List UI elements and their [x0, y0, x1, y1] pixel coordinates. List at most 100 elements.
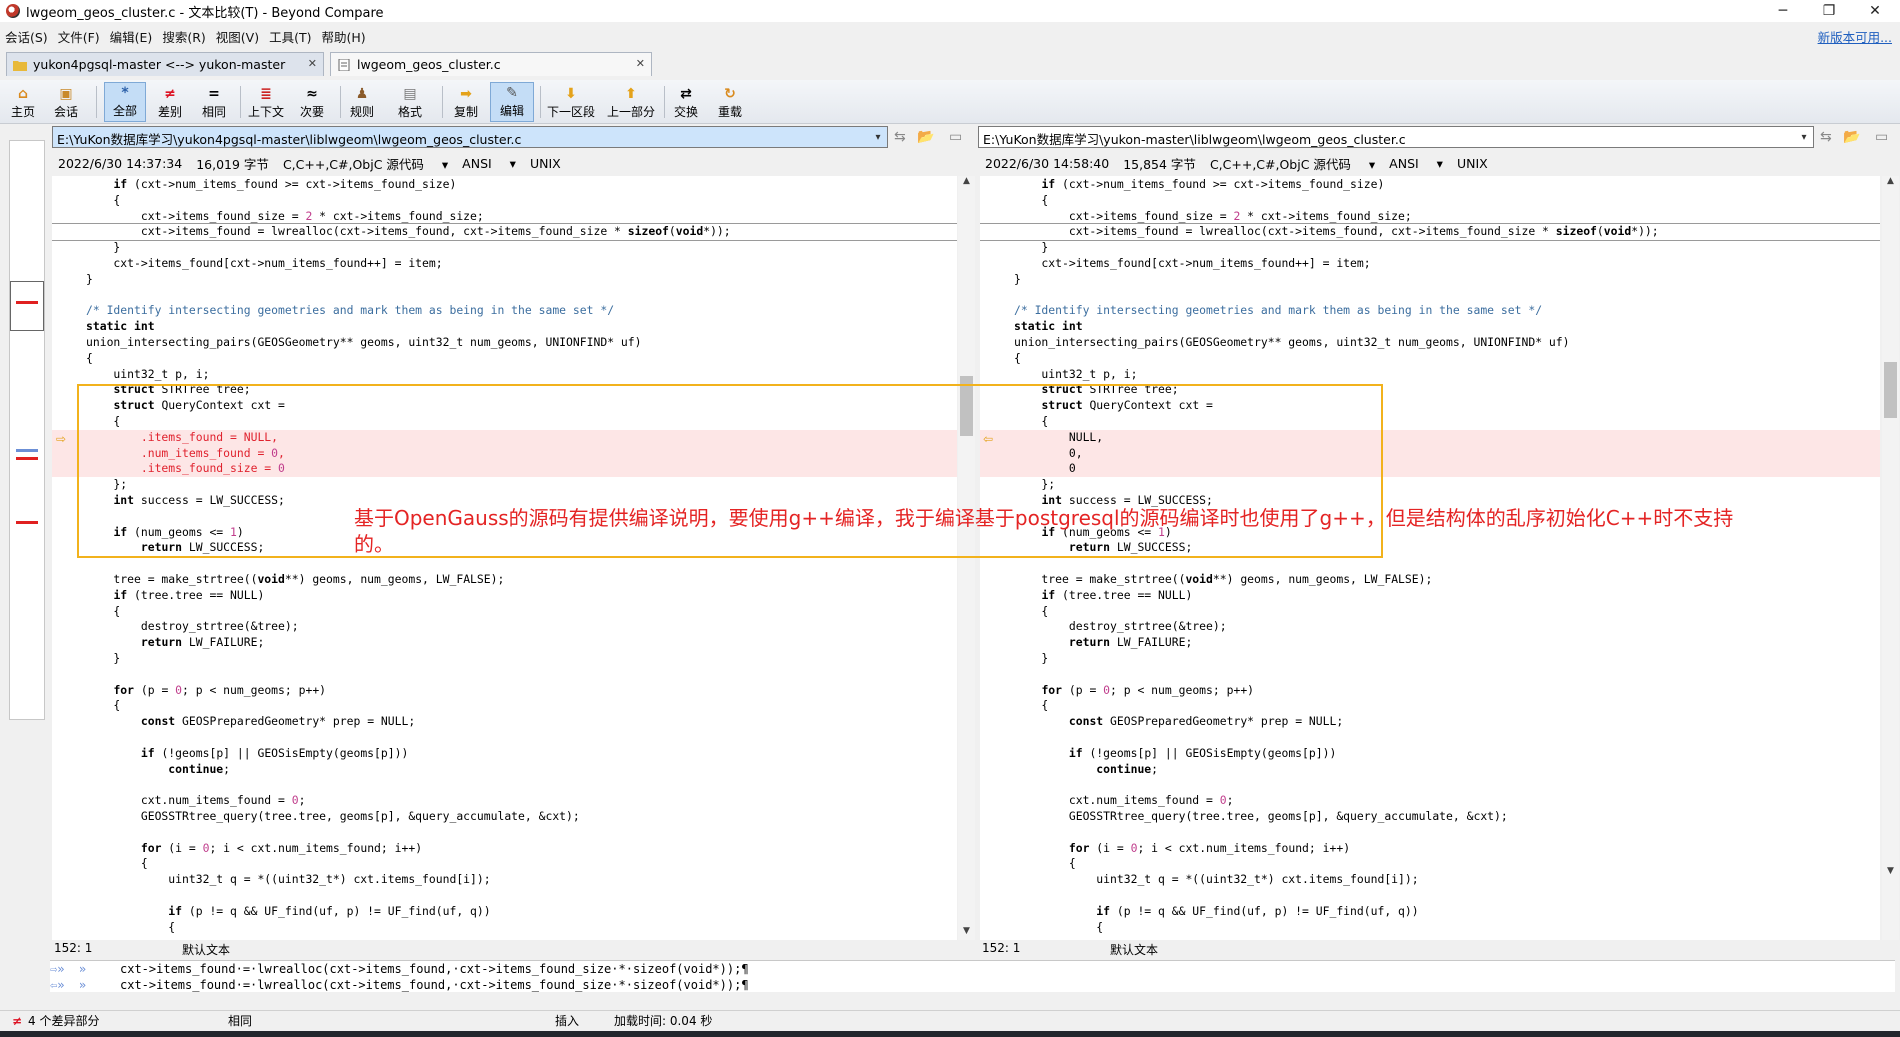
code-line[interactable]: cxt.num_items_found = 0;: [980, 793, 1880, 809]
scroll-up-icon[interactable]: ▲: [958, 176, 975, 190]
code-line[interactable]: [52, 556, 957, 572]
file-encoding[interactable]: ANSI ▾: [462, 156, 516, 171]
code-line[interactable]: [980, 556, 1880, 572]
code-line[interactable]: if (p != q && UF_find(uf, p) != UF_find(…: [52, 904, 957, 920]
code-line[interactable]: if (tree.tree == NULL): [52, 588, 957, 604]
code-line[interactable]: if (cxt->num_items_found >= cxt->items_f…: [980, 177, 1880, 193]
chevron-down-icon[interactable]: ▾: [870, 126, 886, 148]
code-line[interactable]: {: [980, 193, 1880, 209]
file-eol[interactable]: UNIX: [1457, 156, 1488, 171]
same-button[interactable]: = 相同: [198, 82, 230, 122]
new-version-link[interactable]: 新版本可用...: [1818, 27, 1892, 46]
left-code-pane[interactable]: if (cxt->num_items_found >= cxt->items_f…: [52, 176, 957, 940]
code-line[interactable]: /* Identify intersecting geometries and …: [52, 303, 957, 319]
right-scrollbar[interactable]: ▲ ▼: [1882, 176, 1899, 940]
code-line[interactable]: [52, 730, 957, 746]
code-line[interactable]: [980, 888, 1880, 904]
code-line[interactable]: }: [52, 651, 957, 667]
code-line[interactable]: const GEOSPreparedGeometry* prep = NULL;: [52, 714, 957, 730]
code-line[interactable]: {: [52, 351, 957, 367]
tab-text-compare[interactable]: lwgeom_geos_cluster.c ✕: [330, 52, 652, 76]
code-line[interactable]: uint32_t q = *((uint32_t*) cxt.items_fou…: [980, 872, 1880, 888]
code-line[interactable]: return LW_FAILURE;: [980, 635, 1880, 651]
code-line[interactable]: {: [52, 193, 957, 209]
code-line[interactable]: }: [980, 651, 1880, 667]
code-line[interactable]: [52, 288, 957, 304]
code-line[interactable]: {: [52, 856, 957, 872]
code-line[interactable]: tree = make_strtree((void**) geoms, num_…: [52, 572, 957, 588]
code-line[interactable]: [52, 888, 957, 904]
code-line[interactable]: if (!geoms[p] || GEOSisEmpty(geoms[p])): [980, 746, 1880, 762]
home-button[interactable]: ⌂ 主页: [8, 82, 38, 122]
code-line[interactable]: cxt->items_found_size = 2 * cxt->items_f…: [980, 209, 1880, 225]
menu-file[interactable]: 文件(F): [53, 27, 105, 46]
code-line[interactable]: cxt.num_items_found = 0;: [52, 793, 957, 809]
edit-button[interactable]: ✎ 编辑: [490, 82, 534, 122]
code-line[interactable]: for (p = 0; p < num_geoms; p++): [52, 683, 957, 699]
code-line[interactable]: if (cxt->num_items_found >= cxt->items_f…: [52, 177, 957, 193]
code-line[interactable]: [980, 777, 1880, 793]
open-folder-icon[interactable]: 📂: [1843, 129, 1860, 145]
menu-edit[interactable]: 编辑(E): [105, 27, 158, 46]
code-line[interactable]: cxt->items_found[cxt->num_items_found++]…: [980, 256, 1880, 272]
minimize-button[interactable]: ─: [1760, 0, 1806, 22]
code-line[interactable]: static int: [980, 319, 1880, 335]
context-button[interactable]: ≣ 上下文: [246, 82, 286, 122]
code-line[interactable]: for (i = 0; i < cxt.num_items_found; i++…: [980, 841, 1880, 857]
sync-icon[interactable]: ⇆: [1820, 129, 1832, 145]
code-line[interactable]: }: [980, 272, 1880, 288]
file-eol[interactable]: UNIX: [530, 156, 561, 171]
code-line[interactable]: }: [52, 240, 957, 256]
code-line[interactable]: /* Identify intersecting geometries and …: [980, 303, 1880, 319]
right-code-pane[interactable]: if (cxt->num_items_found >= cxt->items_f…: [980, 176, 1880, 940]
code-line[interactable]: {: [980, 351, 1880, 367]
prev-section-button[interactable]: ⬆ 上一部分: [606, 82, 656, 122]
menu-search[interactable]: 搜索(R): [157, 27, 210, 46]
code-line[interactable]: for (i = 0; i < cxt.num_items_found; i++…: [52, 841, 957, 857]
code-line[interactable]: cxt->items_found_size = 2 * cxt->items_f…: [52, 209, 957, 225]
code-line[interactable]: cxt->items_found = lwrealloc(cxt->items_…: [980, 223, 1880, 242]
code-line[interactable]: }: [52, 272, 957, 288]
sync-icon[interactable]: ⇆: [894, 129, 906, 145]
open-folder-icon[interactable]: 📂: [917, 129, 934, 145]
scroll-down-icon[interactable]: ▼: [958, 926, 975, 940]
next-section-button[interactable]: ⬇ 下一区段: [546, 82, 596, 122]
code-line[interactable]: const GEOSPreparedGeometry* prep = NULL;: [980, 714, 1880, 730]
code-line[interactable]: }: [980, 240, 1880, 256]
close-button[interactable]: ✕: [1852, 0, 1898, 22]
file-format[interactable]: C,C++,C#,ObjC 源代码 ▾: [283, 154, 448, 173]
code-line[interactable]: {: [980, 698, 1880, 714]
code-line[interactable]: [52, 777, 957, 793]
code-line[interactable]: cxt->items_found[cxt->num_items_found++]…: [52, 256, 957, 272]
left-path-input[interactable]: E:\YuKon数据库学习\yukon4pgsql-master\liblwge…: [52, 126, 888, 148]
code-line[interactable]: if (!geoms[p] || GEOSisEmpty(geoms[p])): [52, 746, 957, 762]
code-line[interactable]: if (p != q && UF_find(uf, p) != UF_find(…: [980, 904, 1880, 920]
minor-button[interactable]: ≈ 次要: [296, 82, 328, 122]
file-encoding[interactable]: ANSI ▾: [1389, 156, 1443, 171]
scroll-up-icon[interactable]: ▲: [1882, 176, 1899, 190]
diff-overview[interactable]: [9, 140, 45, 720]
code-line[interactable]: for (p = 0; p < num_geoms; p++): [980, 683, 1880, 699]
code-line[interactable]: union_intersecting_pairs(GEOSGeometry** …: [980, 335, 1880, 351]
code-line[interactable]: uint32_t p, i;: [980, 367, 1880, 383]
code-line[interactable]: GEOSSTRtree_query(tree.tree, geoms[p], &…: [52, 809, 957, 825]
code-line[interactable]: {: [980, 856, 1880, 872]
format-button[interactable]: ▤ 格式: [390, 82, 430, 122]
diffs-button[interactable]: ≠ 差别: [154, 82, 186, 122]
code-line[interactable]: union_intersecting_pairs(GEOSGeometry** …: [52, 335, 957, 351]
code-line[interactable]: [52, 667, 957, 683]
code-line[interactable]: continue;: [980, 762, 1880, 778]
swap-button[interactable]: ⇄ 交换: [670, 82, 702, 122]
code-line[interactable]: static int: [52, 319, 957, 335]
code-line[interactable]: [980, 730, 1880, 746]
all-button[interactable]: * 全部: [104, 82, 146, 122]
code-line[interactable]: return LW_FAILURE;: [52, 635, 957, 651]
reload-button[interactable]: ↻ 重载: [714, 82, 746, 122]
save-icon[interactable]: ▭: [1875, 129, 1888, 145]
right-path-input[interactable]: E:\YuKon数据库学习\yukon-master\liblwgeom\lwg…: [978, 126, 1814, 148]
tab-folder-compare[interactable]: yukon4pgsql-master <--> yukon-master ✕: [6, 52, 324, 76]
menu-session[interactable]: 会话(S): [0, 27, 53, 46]
code-line[interactable]: tree = make_strtree((void**) geoms, num_…: [980, 572, 1880, 588]
code-line[interactable]: GEOSSTRtree_query(tree.tree, geoms[p], &…: [980, 809, 1880, 825]
code-line[interactable]: [52, 825, 957, 841]
